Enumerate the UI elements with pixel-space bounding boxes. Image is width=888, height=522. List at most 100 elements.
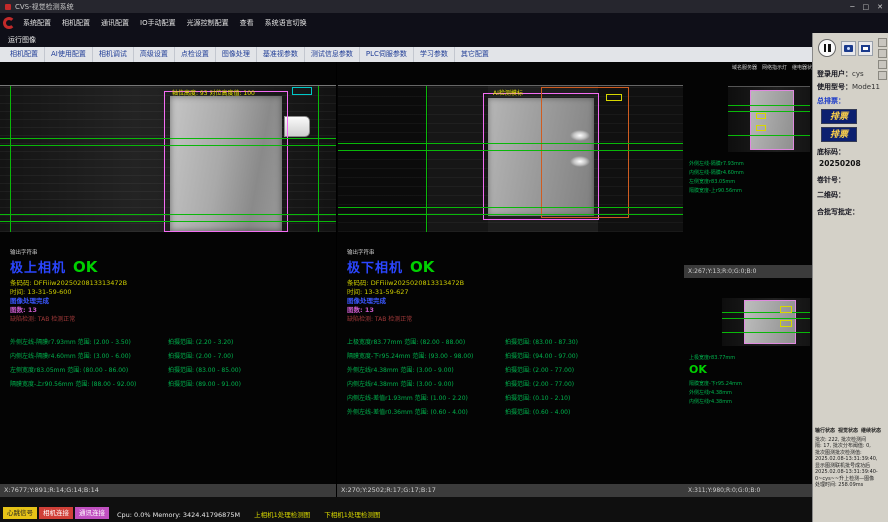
menu-light-config[interactable]: 光源控制配置 — [187, 18, 229, 28]
pause-icon — [828, 44, 831, 52]
measure-value: 左侧宽度r83.05mm 范围: (80.00 - 86.00) — [10, 364, 168, 378]
barcode-line: 条码码: DFFiiiw2025020813313472B — [347, 279, 680, 288]
measure-value: 隔膜宽度-上r90.56mm 范围: (88.00 - 92.00) — [10, 378, 168, 392]
menu-view[interactable]: 查看 — [240, 18, 254, 28]
maximize-button[interactable]: □ — [863, 3, 870, 11]
merge-write-label: 合批写批定： — [817, 207, 859, 217]
stats-tab[interactable]: 输行状态 — [815, 428, 835, 435]
measure-range: 拍摄范围: (2.20 - 3.20) — [168, 336, 233, 350]
measure-value: 内侧左线r4.38mm — [689, 398, 742, 407]
model-label: 使用型号： — [817, 83, 852, 91]
model-row: 使用型号：Mode11 — [817, 82, 880, 92]
lower-camera-statusbar: X:270;Y:2502;R:17;G:17;B:17 — [337, 484, 684, 497]
stats-tab[interactable]: 视觉状态 — [838, 428, 858, 435]
measure-line — [728, 135, 810, 136]
aux-camera-panel: 域名服务器 网络指示灯 继电器状态 外侧左线-隔膜r7.93mm 内侧左线-隔膜… — [684, 62, 812, 497]
tab-ai-config[interactable]: AI使用配置 — [44, 47, 92, 62]
upper-camera-image[interactable]: 轴位高度: 93 对位高度值: 100 — [0, 85, 336, 232]
glare-spot — [570, 156, 590, 167]
height-overlay-label: 轴位高度: 93 对位高度值: 100 — [172, 88, 255, 97]
menu-camera-config[interactable]: 相机配置 — [62, 18, 90, 28]
aux-upper-image[interactable] — [728, 86, 810, 152]
measurement-row: 上极宽度r83.77mm 范围: (82.00 - 88.00)拍摄范围: (8… — [347, 336, 680, 350]
tab-baseline-params[interactable]: 基准视参数 — [256, 47, 304, 62]
measure-range: 拍摄范围: (83.00 - 87.30) — [505, 336, 578, 350]
mini-tool-icon[interactable] — [878, 49, 887, 58]
measure-range: 拍摄范围: (2.00 - 7.00) — [168, 350, 233, 364]
detect-box — [756, 113, 766, 119]
close-button[interactable]: ✕ — [877, 3, 883, 11]
bottom-statusbar: 心跳信号 相机连接 通讯连接 Cpu: 0.0% Memory: 3424.41… — [0, 497, 812, 522]
comm-connection-badge: 通讯连接 — [75, 507, 109, 519]
indicator-labels: 域名服务器 网络指示灯 继电器状态 — [732, 64, 812, 71]
app-icon — [5, 4, 11, 10]
measurement-row: 外侧左线-隔膜r7.93mm 范围: (2.00 - 3.50)拍摄范围: (2… — [10, 336, 332, 350]
result-ok-label: OK — [689, 363, 707, 376]
camera-connection-badge: 相机连接 — [39, 507, 73, 519]
menu-language-switch[interactable]: 系统语言切换 — [265, 18, 307, 28]
tab-spot-check[interactable]: 点检设置 — [174, 47, 215, 62]
pause-icon — [824, 44, 827, 52]
camera-snapshot-button[interactable] — [841, 41, 856, 56]
monitor-view-button[interactable] — [858, 41, 873, 56]
tab-other-config[interactable]: 其它配置 — [454, 47, 495, 62]
time-line: 时间: 13-31-59-600 — [10, 288, 332, 297]
detect-box — [756, 125, 766, 131]
right-side-panel: 登录用户：cys 使用型号：Mode11 总排票： 排票 排票 底标码： 202… — [812, 33, 888, 522]
mini-tool-icon[interactable] — [878, 60, 887, 69]
tab-advanced-settings[interactable]: 高级设置 — [133, 47, 174, 62]
measure-value: 外侧左线-隔膜r7.93mm 范围: (2.00 - 3.50) — [10, 336, 168, 350]
minimize-button[interactable]: ─ — [850, 3, 854, 11]
menu-io-config[interactable]: IO手动配置 — [140, 18, 176, 28]
counter-display-top: 排票 — [821, 109, 857, 124]
tab-camera-config[interactable]: 相机配置 — [4, 47, 44, 62]
measure-line — [728, 111, 810, 112]
tab-learning-params[interactable]: 学习参数 — [413, 47, 454, 62]
mini-tool-icon[interactable] — [878, 38, 887, 47]
app-logo-icon — [3, 17, 15, 29]
upper-camera-statusbar: X:7677;Y:891;R:14;G:14;B:14 — [0, 484, 336, 497]
measure-range: 拍摄范围: (0.60 - 4.00) — [505, 406, 570, 420]
measure-line — [0, 214, 336, 215]
lower-camera-image[interactable]: AI检测模标 — [338, 85, 683, 232]
measure-line — [0, 145, 336, 146]
lower-camera-results: 输出字符串 极下相机 OK 条码码: DFFiiiw20250208133134… — [347, 248, 680, 420]
tab-test-info-params[interactable]: 测试信息参数 — [304, 47, 359, 62]
measure-range: 拍摄范围: (94.00 - 97.00) — [505, 350, 578, 364]
mini-tool-icon[interactable] — [878, 71, 887, 80]
measurement-list: 外侧左线-隔膜r7.93mm 范围: (2.00 - 3.50)拍摄范围: (2… — [10, 336, 332, 392]
tab-plc-servo-params[interactable]: PLC伺服参数 — [359, 47, 413, 62]
aux-lower-statusbar: X:311;Y:980;R:0;G:0;B:0 — [684, 484, 812, 497]
measure-line-vertical — [10, 86, 11, 232]
measure-line — [722, 318, 810, 319]
ai-overlay-label: AI检测模标 — [493, 88, 523, 97]
measure-range: 拍摄范围: (2.00 - 77.00) — [505, 378, 574, 392]
measurement-row: 内侧左线-隔膜r4.60mm 范围: (3.00 - 6.00)拍摄范围: (2… — [10, 350, 332, 364]
measure-value: 内侧左线-隔膜r4.60mm 范围: (3.00 - 6.00) — [10, 350, 168, 364]
measure-value: 内侧左线-隔膜r4.60mm — [689, 169, 744, 178]
process-status-line: 图像处理完成 — [10, 297, 332, 306]
measurement-row: 内侧左线-差值r1.93mm 范围: (1.00 - 2.20)拍摄范围: (0… — [347, 392, 680, 406]
tab-image-processing[interactable]: 图像处理 — [215, 47, 256, 62]
stats-header: 输行状态 视觉状态 继续状态 — [815, 428, 887, 435]
tab-camera-debug[interactable]: 相机调试 — [92, 47, 133, 62]
defect-note-line: 缺陷检测: TAB 检测正常 — [347, 315, 680, 324]
measure-line — [338, 143, 683, 144]
login-user-row: 登录用户：cys — [817, 69, 864, 79]
pause-button[interactable] — [818, 39, 836, 57]
measurement-row: 隔膜宽度-下r95.24mm 范围: (93.00 - 98.00)拍摄范围: … — [347, 350, 680, 364]
detect-box — [780, 320, 792, 327]
stats-tab[interactable]: 继续状态 — [861, 428, 881, 435]
measure-value: 隔膜宽度-下r95.24mm 范围: (93.00 - 98.00) — [347, 350, 505, 364]
indicator-label: 网络指示灯 — [762, 64, 787, 71]
aux-lower-image[interactable] — [722, 298, 810, 346]
roi-magenta-box — [164, 91, 288, 232]
menu-system-config[interactable]: 系统配置 — [23, 18, 51, 28]
upper-process-text: 上相机1处理检测图 — [254, 509, 310, 519]
measure-line-vertical — [426, 86, 427, 232]
image-count-line: 图数: 13 — [347, 306, 680, 315]
measurement-row: 外侧左线-差值r0.36mm 范围: (0.60 - 4.00)拍摄范围: (0… — [347, 406, 680, 420]
stats-line: 处理时间: 258.09ms — [815, 482, 887, 489]
menu-comm-config[interactable]: 通讯配置 — [101, 18, 129, 28]
upper-camera-results: 输出字符串 极上相机 OK 条码码: DFFiiiw20250208133134… — [10, 248, 332, 392]
